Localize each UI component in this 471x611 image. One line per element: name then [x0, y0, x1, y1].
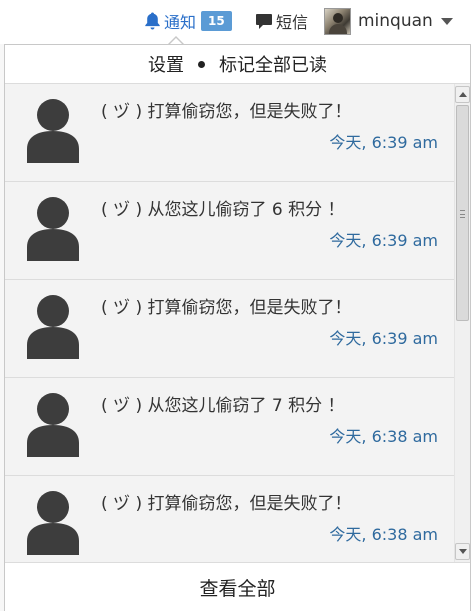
messages-link[interactable]: 短信 [255, 8, 308, 34]
person-icon [27, 295, 79, 359]
view-all-link[interactable]: 查看全部 [5, 562, 470, 611]
avatar [324, 7, 351, 35]
scroll-down-button[interactable] [455, 543, 470, 560]
list-item[interactable]: ( ヅ ) 打算偷窃您，但是失败了！ 今天, 6:39 am [5, 280, 454, 378]
view-all-label: 查看全部 [199, 578, 276, 600]
mark-all-read-link[interactable]: 标记全部已读 [219, 51, 327, 77]
top-navbar: 通知 15 短信 minquan [0, 0, 471, 44]
notification-text: ( ヅ ) 打算偷窃您，但是失败了！ [101, 494, 352, 514]
separator-dot [198, 60, 205, 68]
bell-icon [145, 12, 160, 30]
person-icon [27, 197, 79, 261]
grip-icon [460, 210, 465, 218]
person-icon [27, 393, 79, 457]
person-icon [27, 491, 79, 555]
notification-time: 今天, 6:38 am [329, 525, 438, 544]
messages-label: 短信 [276, 13, 309, 32]
speech-bubble-icon [256, 13, 272, 29]
notification-time: 今天, 6:39 am [329, 133, 438, 152]
list-item[interactable]: ( ヅ ) 从您这儿偷窃了 6 积分 ！ 今天, 6:39 am [5, 182, 454, 280]
list-item[interactable]: ( ヅ ) 打算偷窃您，但是失败了！ 今天, 6:39 am [5, 84, 454, 182]
notification-text: ( ヅ ) 从您这儿偷窃了 6 积分 ！ [101, 200, 345, 220]
arrow-down-icon [458, 549, 467, 554]
notification-time: 今天, 6:39 am [329, 231, 438, 250]
notification-time: 今天, 6:38 am [329, 427, 438, 446]
notification-list: ( ヅ ) 打算偷窃您，但是失败了！ 今天, 6:39 am ( ヅ ) 从您这… [5, 84, 454, 562]
dropdown-header: 设置 标记全部已读 [5, 45, 470, 84]
notification-text: ( ヅ ) 打算偷窃您，但是失败了！ [101, 298, 352, 318]
list-item[interactable]: ( ヅ ) 从您这儿偷窃了 7 积分 ！ 今天, 6:38 am [5, 378, 454, 476]
scrollbar-thumb[interactable] [456, 105, 469, 321]
notification-text: ( ヅ ) 从您这儿偷窃了 7 积分 ！ [101, 396, 345, 416]
settings-link[interactable]: 设置 [148, 51, 184, 77]
list-item[interactable]: ( ヅ ) 打算偷窃您，但是失败了！ 今天, 6:38 am [5, 476, 454, 562]
scrollbar[interactable] [454, 84, 470, 562]
notification-time: 今天, 6:39 am [329, 329, 438, 348]
notifications-link[interactable]: 通知 15 [144, 8, 232, 34]
scroll-up-button[interactable] [455, 86, 470, 103]
notifications-dropdown: 设置 标记全部已读 ( ヅ ) 打算偷窃您，但是失败了！ 今天, 6:39 am… [4, 44, 471, 611]
user-menu[interactable]: minquan [324, 6, 453, 36]
notifications-label: 通知 [164, 13, 197, 32]
person-icon [27, 99, 79, 163]
notification-text: ( ヅ ) 打算偷窃您，但是失败了！ [101, 102, 352, 122]
arrow-up-icon [458, 92, 467, 97]
username: minquan [358, 11, 433, 31]
chevron-down-icon [440, 17, 453, 25]
notification-count-badge: 15 [201, 11, 232, 31]
